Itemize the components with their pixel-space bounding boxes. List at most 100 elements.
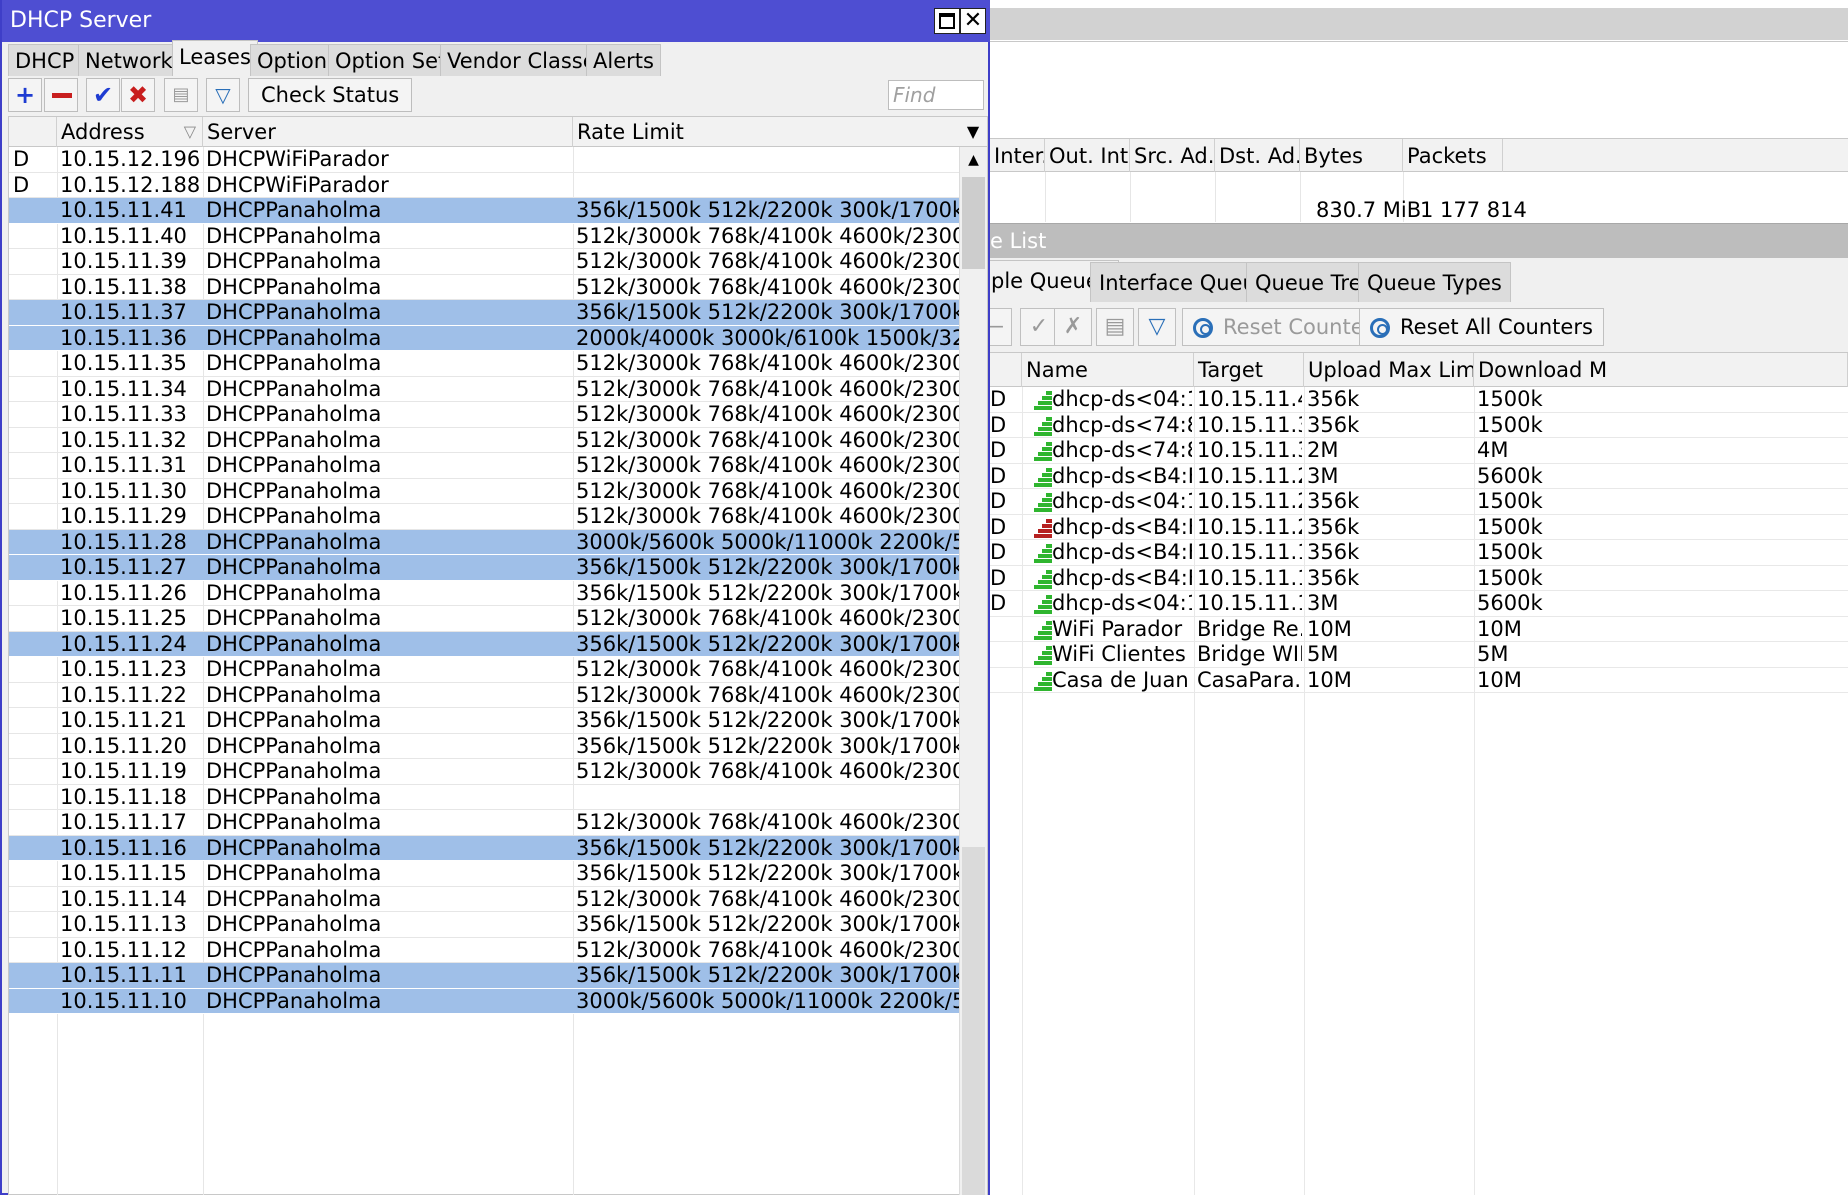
lease-row[interactable]: 10.15.11.19 DHCPPanaholma 512k/3000k 768k/… (9, 759, 959, 785)
column-address[interactable]: Address ▽ (57, 117, 203, 147)
close-button[interactable]: ✕ (960, 8, 986, 34)
traffic-row[interactable]: 830.7 MiB 1 177 814 (990, 172, 1848, 222)
queue-flag: D (990, 387, 1007, 411)
tab-dhcp[interactable]: DHCP (8, 44, 82, 76)
lease-row[interactable]: 10.15.11.11 DHCPPanaholma 356k/1500k 512k/… (9, 963, 959, 989)
filter-button[interactable]: ▽ (206, 78, 240, 112)
lease-rate-limit: 3000k/5600k 5000k/11000k 2200k/5600k 32/… (576, 529, 959, 554)
dhcp-toolbar: + ✔ ✖ ▤ ▽ Check Status (8, 78, 988, 114)
lease-row[interactable]: 10.15.11.13 DHCPPanaholma 356k/1500k 512k/… (9, 912, 959, 938)
column-src-address[interactable]: Src. Ad... (1130, 139, 1215, 173)
queue-download-max-limit: 1500k (1477, 514, 1543, 539)
queue-row[interactable]: Ddhcp-ds<B4:F...10.15.11.24356k 1500k (990, 514, 1848, 540)
lease-row[interactable]: 10.15.11.29 DHCPPanaholma 512k/3000k 768k/… (9, 504, 959, 530)
queue-row[interactable]: WiFi ParadorBridge Re...10M10M (990, 617, 1848, 642)
lease-row[interactable]: 10.15.11.38 DHCPPanaholma 512k/3000k 768k/… (9, 275, 959, 300)
tab-alerts[interactable]: Alerts (586, 44, 661, 76)
lease-rate-limit: 512k/3000k 768k/4100k 4600k/2300k 20/20 (576, 886, 959, 911)
column-download-max-limit[interactable]: Download M (1474, 353, 1848, 387)
queue-row[interactable]: Ddhcp-ds<74:83...10.15.11.37356k 1500k (990, 413, 1848, 438)
lease-row[interactable]: 10.15.11.15 DHCPPanaholma 356k/1500k 512k/… (9, 861, 959, 887)
column-target[interactable]: Target (1194, 353, 1304, 387)
column-dst-address[interactable]: Dst. Ad... (1215, 139, 1300, 173)
column-name[interactable]: Name (1022, 353, 1194, 387)
lease-address: 10.15.11.24 (60, 631, 187, 656)
queue-row[interactable]: Ddhcp-ds<B4:F...10.15.11.11356k 1500k (990, 566, 1848, 591)
filter-icon: ▽ (215, 83, 231, 107)
queue-status-icon (1034, 467, 1052, 487)
find-input[interactable] (888, 80, 984, 110)
queue-row[interactable]: Ddhcp-ds<B4:F...10.15.11.16356k 1500k (990, 540, 1848, 566)
queue-row[interactable]: Casa de Juan -...CasaPara...10M10M (990, 668, 1848, 693)
lease-row[interactable]: 10.15.11.28 DHCPPanaholma 3000k/5600k 5000… (9, 529, 959, 555)
lease-row[interactable]: 10.15.11.34 DHCPPanaholma 512k/3000k 768k/… (9, 377, 959, 402)
lease-row[interactable]: 10.15.11.39 DHCPPanaholma 512k/3000k 768k/… (9, 249, 959, 275)
queue-row[interactable]: WiFi Clientes ...Bridge WIFI5M5M (990, 642, 1848, 668)
lease-row[interactable]: 10.15.11.18 DHCPPanaholma (9, 785, 959, 810)
queue-row[interactable]: Ddhcp-ds<74:83...10.15.11.362M 4M (990, 438, 1848, 464)
lease-row[interactable]: 10.15.11.17 DHCPPanaholma 512k/3000k 768k/… (9, 810, 959, 836)
column-bytes[interactable]: Bytes (1300, 139, 1403, 173)
scrollbar-track-lower[interactable] (962, 847, 985, 1195)
scrollbar-thumb[interactable] (962, 177, 985, 269)
queue-disable-button[interactable]: ✗ (1054, 308, 1092, 346)
column-rate-limit[interactable]: Rate Limit (573, 117, 959, 147)
lease-rate-limit: 512k/3000k 768k/4100k 4600k/2300k 20/20 (576, 249, 959, 273)
lease-row[interactable]: D 10.15.12.188 DHCPWiFiParador (9, 173, 959, 198)
column-in-interface[interactable]: Inter... (990, 139, 1045, 173)
lease-row[interactable]: 10.15.11.32 DHCPPanaholma 512k/3000k 768k/… (9, 428, 959, 453)
lease-row[interactable]: 10.15.11.40 DHCPPanaholma 512k/3000k 768k/… (9, 224, 959, 249)
enable-button[interactable]: ✔ (86, 78, 120, 112)
lease-row[interactable]: 10.15.11.24 DHCPPanaholma 356k/1500k 512k/… (9, 631, 959, 657)
lease-row[interactable]: 10.15.11.10 DHCPPanaholma 3000k/5600k 5000… (9, 988, 959, 1014)
lease-rate-limit: 356k/1500k 512k/2200k 300k/1700k 20/20 (576, 912, 959, 936)
tab-queue-types[interactable]: Queue Types (1358, 262, 1511, 302)
queue-filter-button[interactable]: ▽ (1138, 308, 1176, 346)
queue-row[interactable]: Ddhcp-ds<04:18...10.15.11.41356k 1500k (990, 387, 1848, 413)
leases-scrollbar[interactable]: ▲ (959, 147, 987, 1195)
queue-row[interactable]: Ddhcp-ds<04:18...10.15.11.103M 5600k (990, 591, 1848, 617)
queue-enable-button[interactable]: ✓ (1020, 308, 1058, 346)
lease-row[interactable]: 10.15.11.33 DHCPPanaholma 512k/3000k 768k/… (9, 402, 959, 428)
queue-target: 10.15.11.36 (1197, 438, 1302, 462)
lease-row[interactable]: D 10.15.12.196 DHCPWiFiParador (9, 147, 959, 173)
lease-row[interactable]: 10.15.11.20 DHCPPanaholma 356k/1500k 512k/… (9, 734, 959, 759)
add-button[interactable]: + (8, 78, 42, 112)
background-title-strip (990, 0, 1848, 42)
tab-leases[interactable]: Leases (172, 40, 258, 76)
lease-row[interactable]: 10.15.11.41 DHCPPanaholma 356k/1500k 512k/… (9, 198, 959, 224)
lease-row[interactable]: 10.15.11.14 DHCPPanaholma 512k/3000k 768k/… (9, 886, 959, 912)
column-queue-flag[interactable] (990, 353, 1022, 387)
sort-icon: ▽ (183, 122, 196, 141)
column-out-interface[interactable]: Out. Int... (1045, 139, 1130, 173)
column-flag[interactable] (9, 117, 57, 147)
lease-row[interactable]: 10.15.11.30 DHCPPanaholma 512k/3000k 768k/… (9, 479, 959, 504)
lease-row[interactable]: 10.15.11.21 DHCPPanaholma 356k/1500k 512k/… (9, 708, 959, 734)
scroll-up-arrow-icon[interactable]: ▲ (960, 147, 987, 173)
lease-row[interactable]: 10.15.11.27 DHCPPanaholma 356k/1500k 512k/… (9, 555, 959, 581)
queue-row[interactable]: Ddhcp-ds<04:18...10.15.11.27356k 1500k (990, 489, 1848, 515)
lease-row[interactable]: 10.15.11.35 DHCPPanaholma 512k/3000k 768k/… (9, 351, 959, 377)
column-menu-button[interactable]: ▼ (959, 117, 987, 147)
column-upload-max-limit[interactable]: Upload Max Limit (1304, 353, 1474, 387)
reset-all-counters-button[interactable]: Reset All Counters (1359, 308, 1604, 346)
lease-row[interactable]: 10.15.11.36 DHCPPanaholma 2000k/4000k 3000… (9, 325, 959, 351)
check-status-button[interactable]: Check Status (248, 78, 413, 112)
lease-row[interactable]: 10.15.11.16 DHCPPanaholma 356k/1500k 512k/… (9, 835, 959, 861)
lease-row[interactable]: 10.15.11.23 DHCPPanaholma 512k/3000k 768k/… (9, 657, 959, 683)
column-server[interactable]: Server (203, 117, 573, 147)
remove-button[interactable] (44, 78, 78, 112)
lease-row[interactable]: 10.15.11.22 DHCPPanaholma 512k/3000k 768k/… (9, 683, 959, 708)
lease-row[interactable]: 10.15.11.25 DHCPPanaholma 512k/3000k 768k/… (9, 606, 959, 632)
column-packets[interactable]: Packets (1403, 139, 1503, 173)
queue-comment-button[interactable]: ▤ (1096, 308, 1134, 346)
queue-row[interactable]: Ddhcp-ds<B4:F...10.15.11.283M 5600k (990, 464, 1848, 489)
lease-row[interactable]: 10.15.11.37 DHCPPanaholma 356k/1500k 512k/… (9, 300, 959, 326)
comment-button[interactable]: ▤ (164, 78, 198, 112)
maximize-button[interactable] (934, 8, 960, 34)
lease-row[interactable]: 10.15.11.12 DHCPPanaholma 512k/3000k 768k/… (9, 938, 959, 963)
lease-row[interactable]: 10.15.11.26 DHCPPanaholma 356k/1500k 512k/… (9, 581, 959, 606)
dhcp-title-bar[interactable]: DHCP Server ✕ (2, 0, 990, 42)
disable-button[interactable]: ✖ (121, 78, 155, 112)
lease-row[interactable]: 10.15.11.31 DHCPPanaholma 512k/3000k 768k/… (9, 453, 959, 479)
